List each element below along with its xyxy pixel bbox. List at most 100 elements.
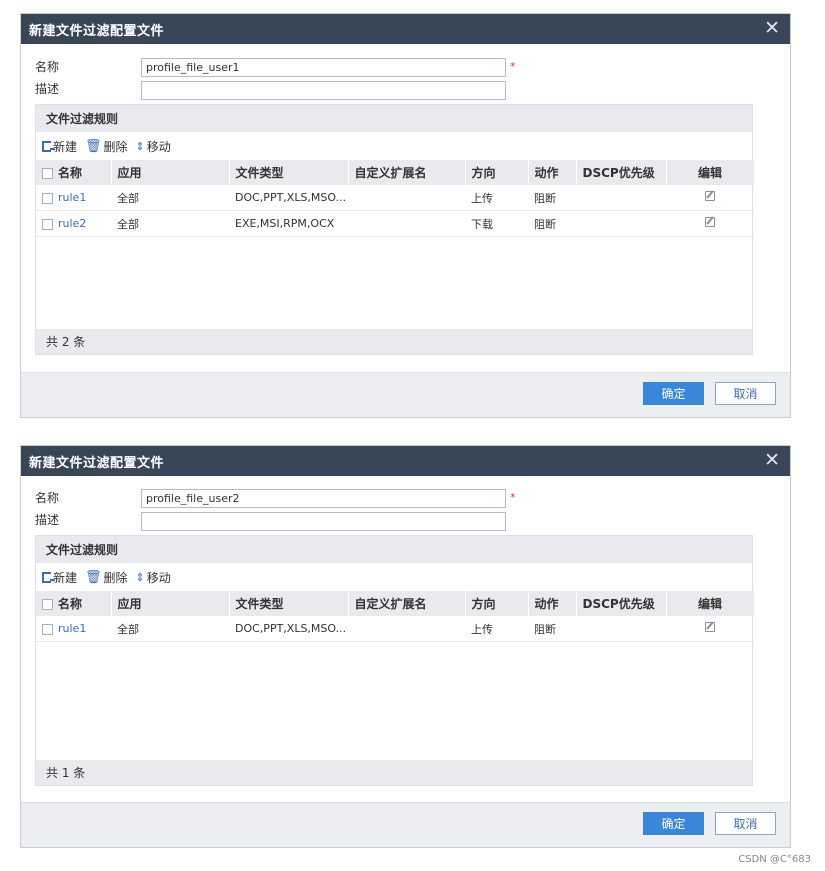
- column-header-name: 名称: [36, 591, 112, 616]
- delete-rule-button[interactable]: 🗑 删除: [85, 569, 128, 586]
- rule-name-link[interactable]: rule1: [58, 191, 86, 204]
- rules-table: 名称 应用 文件类型 自定义扩展名 方向 动作 DSCP优先级 编辑 rule1…: [36, 591, 755, 642]
- rules-table: 名称 应用 文件类型 自定义扩展名 方向 动作 DSCP优先级 编辑 rule1…: [36, 160, 755, 237]
- dialog-titlebar: 新建文件过滤配置文件 ✕: [21, 446, 790, 476]
- row-ext: [348, 185, 465, 211]
- move-label: 移动: [146, 570, 171, 585]
- column-header-action: 动作: [528, 160, 577, 185]
- ok-button[interactable]: 确定: [643, 812, 704, 835]
- delete-label: 删除: [103, 570, 128, 585]
- table-row[interactable]: rule1 全部 DOC,PPT,XLS,MSO... 上传 阻断: [36, 185, 754, 211]
- row-app: 全部: [111, 210, 229, 237]
- row-app: 全部: [111, 185, 229, 211]
- table-header-row: 名称 应用 文件类型 自定义扩展名 方向 动作 DSCP优先级 编辑: [36, 591, 755, 616]
- row-direction: 下载: [465, 210, 528, 237]
- move-icon: ⇕: [135, 570, 145, 584]
- delete-label: 删除: [103, 139, 128, 154]
- row-dscp: [576, 185, 666, 211]
- row-count: 共 2 条: [36, 329, 752, 354]
- name-label: 名称: [35, 491, 60, 505]
- rules-title: 文件过滤规则: [36, 536, 752, 563]
- delete-rule-button[interactable]: 🗑 删除: [85, 138, 128, 155]
- column-header-app: 应用: [111, 591, 230, 616]
- new-label: 新建: [53, 139, 78, 154]
- name-label: 名称: [35, 60, 60, 74]
- dialog-title: 新建文件过滤配置文件: [29, 455, 165, 471]
- column-header-dscp: DSCP优先级: [576, 160, 667, 185]
- row-filetype: DOC,PPT,XLS,MSO...: [229, 616, 348, 642]
- description-input[interactable]: [141, 81, 506, 100]
- column-header-name: 名称: [36, 160, 112, 185]
- description-label: 描述: [35, 513, 60, 527]
- watermark: CSDN @C°683: [738, 854, 811, 865]
- edit-icon[interactable]: [705, 622, 715, 632]
- required-mark: *: [510, 491, 516, 504]
- description-label: 描述: [35, 82, 60, 96]
- column-header-edit: 编辑: [666, 160, 755, 185]
- column-header-direction: 方向: [465, 160, 529, 185]
- select-all-checkbox[interactable]: [42, 599, 53, 610]
- edit-icon[interactable]: [705, 191, 715, 201]
- name-input[interactable]: [141, 489, 506, 508]
- row-checkbox[interactable]: [42, 218, 53, 230]
- table-row[interactable]: rule2 全部 EXE,MSI,RPM,OCX 下载 阻断: [36, 210, 754, 237]
- row-checkbox[interactable]: [42, 623, 53, 635]
- column-header-app: 应用: [111, 160, 230, 185]
- row-checkbox[interactable]: [42, 192, 53, 204]
- dialog-footer: 确定 取消: [21, 802, 790, 847]
- edit-icon[interactable]: [705, 217, 715, 227]
- rule-name-link[interactable]: rule1: [58, 622, 86, 635]
- rules-toolbar: 新建 🗑 删除 ⇕ 移动: [36, 132, 752, 160]
- rules-toolbar: 新建 🗑 删除 ⇕ 移动: [36, 563, 752, 591]
- ok-button[interactable]: 确定: [643, 382, 704, 405]
- close-icon[interactable]: ✕: [764, 449, 780, 471]
- row-dscp: [576, 616, 666, 642]
- move-rule-button[interactable]: ⇕ 移动: [136, 138, 171, 155]
- row-direction: 上传: [465, 616, 528, 642]
- file-filter-dialog-1: 新建文件过滤配置文件 ✕ 名称 * 描述 文件过滤规则 新建 🗑 删除 ⇕ 移动: [20, 13, 791, 418]
- move-label: 移动: [146, 139, 171, 154]
- column-header-filetype: 文件类型: [229, 591, 349, 616]
- row-ext: [348, 616, 465, 642]
- row-direction: 上传: [465, 185, 528, 211]
- column-header-dscp: DSCP优先级: [576, 591, 667, 616]
- rules-title: 文件过滤规则: [36, 105, 752, 132]
- required-mark: *: [510, 60, 516, 73]
- table-header-row: 名称 应用 文件类型 自定义扩展名 方向 动作 DSCP优先级 编辑: [36, 160, 755, 185]
- dialog-title: 新建文件过滤配置文件: [29, 23, 165, 39]
- new-rule-button[interactable]: 新建: [42, 138, 77, 155]
- new-icon: [42, 140, 54, 152]
- row-ext: [348, 210, 465, 237]
- trash-icon: 🗑: [85, 138, 102, 154]
- description-input[interactable]: [141, 512, 506, 531]
- move-rule-button[interactable]: ⇕ 移动: [136, 569, 171, 586]
- row-filetype: DOC,PPT,XLS,MSO...: [229, 185, 348, 211]
- column-header-ext: 自定义扩展名: [348, 160, 466, 185]
- close-icon[interactable]: ✕: [764, 17, 780, 39]
- row-action: 阻断: [528, 185, 576, 211]
- select-all-checkbox[interactable]: [42, 168, 53, 179]
- column-header-filetype: 文件类型: [229, 160, 349, 185]
- row-action: 阻断: [528, 616, 576, 642]
- name-input[interactable]: [141, 58, 506, 77]
- rules-panel: 文件过滤规则 新建 🗑 删除 ⇕ 移动 名称 应用 文件类型 自定义扩展名 方向…: [35, 104, 755, 355]
- row-count: 共 1 条: [36, 760, 752, 785]
- column-header-edit: 编辑: [666, 591, 755, 616]
- cancel-button[interactable]: 取消: [715, 382, 776, 405]
- cancel-button[interactable]: 取消: [715, 812, 776, 835]
- rules-table-area: 名称 应用 文件类型 自定义扩展名 方向 动作 DSCP优先级 编辑 rule1…: [36, 160, 755, 354]
- rule-name-link[interactable]: rule2: [58, 217, 86, 230]
- trash-icon: 🗑: [85, 569, 102, 585]
- rules-table-area: 名称 应用 文件类型 自定义扩展名 方向 动作 DSCP优先级 编辑 rule1…: [36, 591, 755, 785]
- new-icon: [42, 571, 54, 583]
- column-header-ext: 自定义扩展名: [348, 591, 466, 616]
- new-label: 新建: [53, 570, 78, 585]
- row-dscp: [576, 210, 666, 237]
- row-filetype: EXE,MSI,RPM,OCX: [229, 210, 348, 237]
- column-header-direction: 方向: [465, 591, 529, 616]
- new-rule-button[interactable]: 新建: [42, 569, 77, 586]
- file-filter-dialog-2: 新建文件过滤配置文件 ✕ 名称 * 描述 文件过滤规则 新建 🗑 删除 ⇕ 移动: [20, 445, 791, 848]
- row-app: 全部: [111, 616, 229, 642]
- table-row[interactable]: rule1 全部 DOC,PPT,XLS,MSO... 上传 阻断: [36, 616, 754, 642]
- rules-panel: 文件过滤规则 新建 🗑 删除 ⇕ 移动 名称 应用 文件类型 自定义扩展名 方向…: [35, 535, 755, 786]
